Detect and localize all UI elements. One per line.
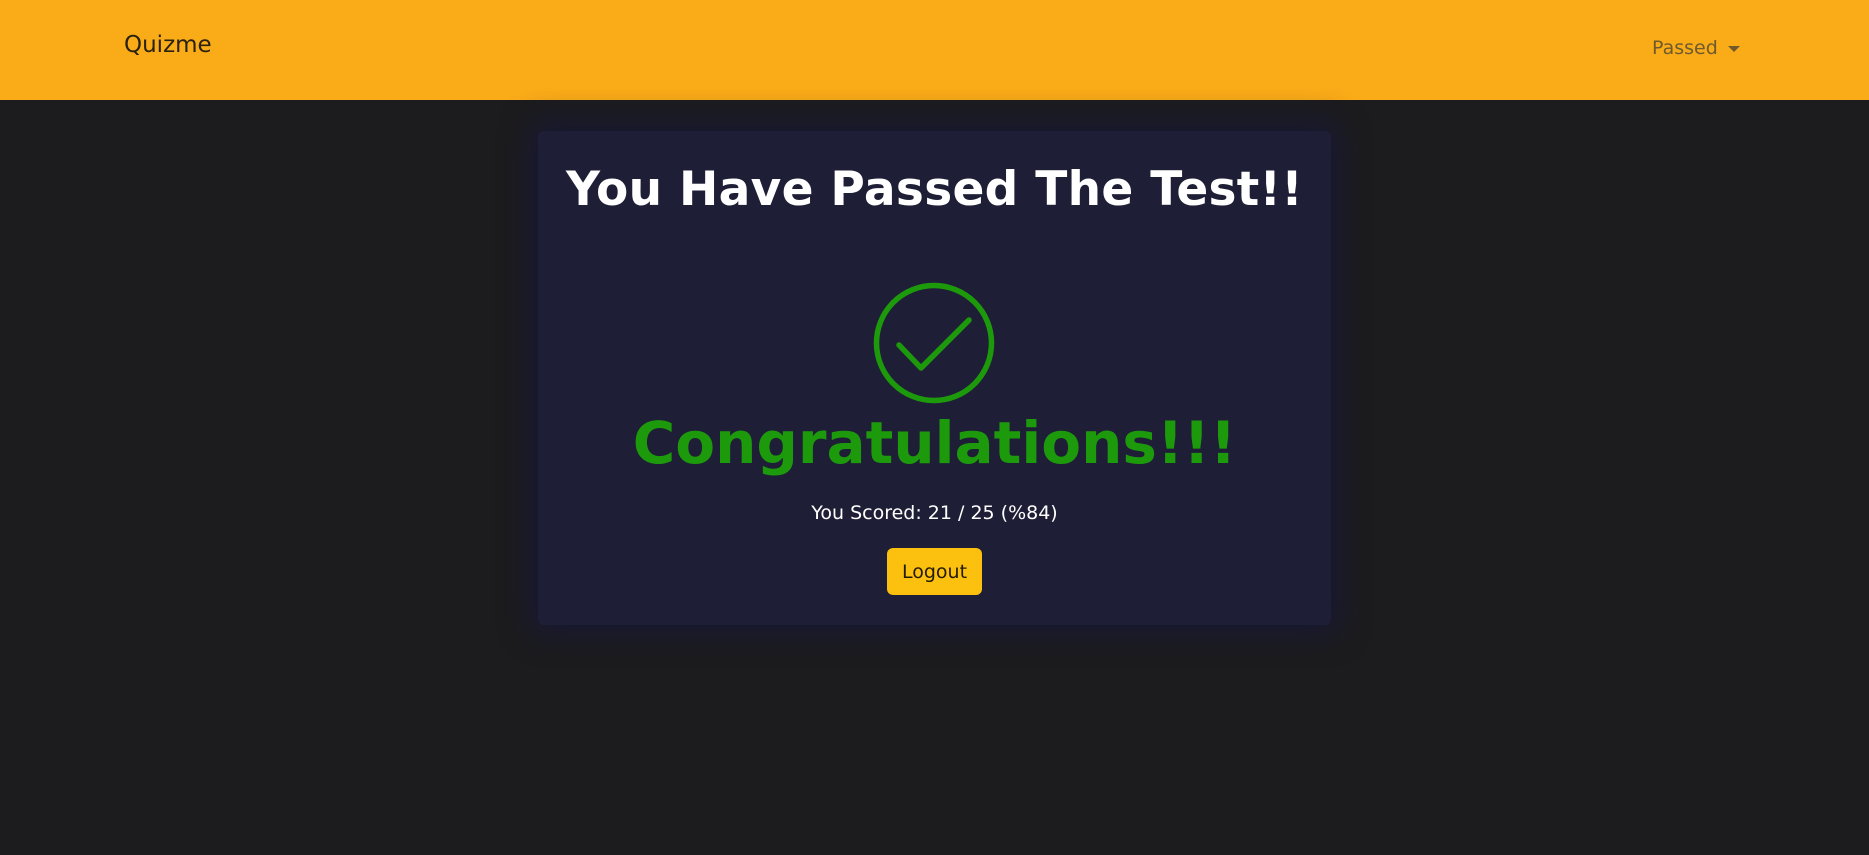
top-navbar: Quizme Passed [0,0,1869,100]
dropdown-label: Passed [1652,37,1718,59]
congratulations-heading: Congratulations!!! [632,409,1237,477]
logout-button[interactable]: Logout [887,548,982,595]
page-title: You Have Passed The Test!! [565,162,1304,217]
caret-down-icon [1727,45,1740,52]
check-circle-icon [873,282,995,404]
user-status-dropdown[interactable]: Passed [1652,39,1740,58]
brand-link[interactable]: Quizme [124,34,212,57]
score-text: You Scored: 21 / 25 (%84) [811,502,1058,524]
